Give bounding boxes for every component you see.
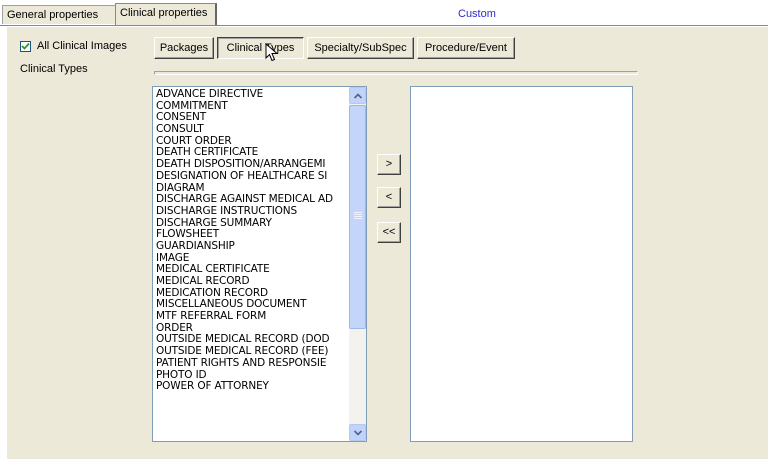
list-item[interactable]: DEATH CERTIFICATE bbox=[156, 147, 348, 159]
list-item[interactable]: DISCHARGE SUMMARY bbox=[156, 218, 348, 230]
scroll-up-button[interactable] bbox=[349, 87, 366, 104]
thumb-grip bbox=[354, 216, 362, 217]
available-clinical-types-list[interactable]: ADVANCE DIRECTIVE COMMITMENT CONSENT CONSUL… bbox=[152, 86, 367, 442]
remove-all-button[interactable]: << bbox=[377, 222, 401, 243]
mouse-cursor-icon bbox=[265, 43, 279, 62]
list-item[interactable]: PATIENT RIGHTS AND RESPONSIE bbox=[156, 358, 348, 370]
available-list-scrollbar[interactable] bbox=[349, 87, 366, 441]
specialty-subspec-button[interactable]: Specialty/SubSpec bbox=[307, 37, 414, 59]
packages-button[interactable]: Packages bbox=[154, 37, 214, 59]
list-item[interactable]: MTF REFERRAL FORM bbox=[156, 311, 348, 323]
list-item[interactable]: PHOTO ID bbox=[156, 370, 348, 382]
list-item[interactable]: MEDICAL CERTIFICATE bbox=[156, 264, 348, 276]
list-item[interactable]: DESIGNATION OF HEALTHCARE SI bbox=[156, 171, 348, 183]
list-item[interactable]: CONSULT bbox=[156, 124, 348, 136]
thumb-grip bbox=[354, 214, 362, 215]
list-item[interactable]: DISCHARGE INSTRUCTIONS bbox=[156, 206, 348, 218]
scroll-thumb[interactable] bbox=[349, 105, 366, 329]
list-item[interactable]: ORDER bbox=[156, 323, 348, 335]
clinical-types-button[interactable]: Clinical Types bbox=[217, 37, 304, 59]
separator-groove bbox=[154, 71, 638, 75]
thumb-grip bbox=[354, 212, 362, 213]
check-icon bbox=[21, 42, 30, 50]
add-button[interactable]: > bbox=[377, 154, 401, 175]
remove-button[interactable]: < bbox=[377, 187, 401, 208]
scroll-down-button[interactable] bbox=[349, 424, 366, 441]
list-item[interactable]: MISCELLANEOUS DOCUMENT bbox=[156, 299, 348, 311]
available-items: ADVANCE DIRECTIVE COMMITMENT CONSENT CONSUL… bbox=[156, 89, 348, 393]
list-item[interactable]: MEDICATION RECORD bbox=[156, 288, 348, 300]
list-item[interactable]: POWER OF ATTORNEY bbox=[156, 381, 348, 393]
chevron-down-icon bbox=[354, 430, 362, 436]
chevron-up-icon bbox=[354, 93, 362, 99]
list-item[interactable]: OUTSIDE MEDICAL RECORD (FEE) bbox=[156, 346, 348, 358]
list-item[interactable]: MEDICAL RECORD bbox=[156, 276, 348, 288]
list-item[interactable]: FLOWSHEET bbox=[156, 229, 348, 241]
list-item[interactable]: DISCHARGE AGAINST MEDICAL AD bbox=[156, 194, 348, 206]
list-item[interactable]: COMMITMENT bbox=[156, 101, 348, 113]
list-item[interactable]: ADVANCE DIRECTIVE bbox=[156, 89, 348, 101]
list-item[interactable]: COURT ORDER bbox=[156, 136, 348, 148]
list-item[interactable]: CONSENT bbox=[156, 112, 348, 124]
list-item[interactable]: DIAGRAM bbox=[156, 183, 348, 195]
all-clinical-images-checkbox[interactable] bbox=[20, 41, 31, 52]
tab-clinical-properties[interactable]: Clinical properties bbox=[115, 3, 217, 26]
list-item[interactable]: IMAGE bbox=[156, 253, 348, 265]
list-item[interactable]: GUARDIANSHIP bbox=[156, 241, 348, 253]
procedure-event-button[interactable]: Procedure/Event bbox=[417, 37, 515, 59]
tab-strip: General properties Clinical properties C… bbox=[0, 0, 768, 26]
list-item[interactable]: OUTSIDE MEDICAL RECORD (DOD bbox=[156, 334, 348, 346]
custom-label: Custom bbox=[458, 8, 496, 20]
clinical-types-label: Clinical Types bbox=[20, 63, 88, 75]
list-item[interactable]: DEATH DISPOSITION/ARRANGEMI bbox=[156, 159, 348, 171]
all-clinical-images-label: All Clinical Images bbox=[37, 40, 127, 52]
selected-clinical-types-list[interactable] bbox=[410, 86, 633, 442]
thumb-grip bbox=[354, 218, 362, 219]
tab-general-properties[interactable]: General properties bbox=[2, 5, 116, 24]
